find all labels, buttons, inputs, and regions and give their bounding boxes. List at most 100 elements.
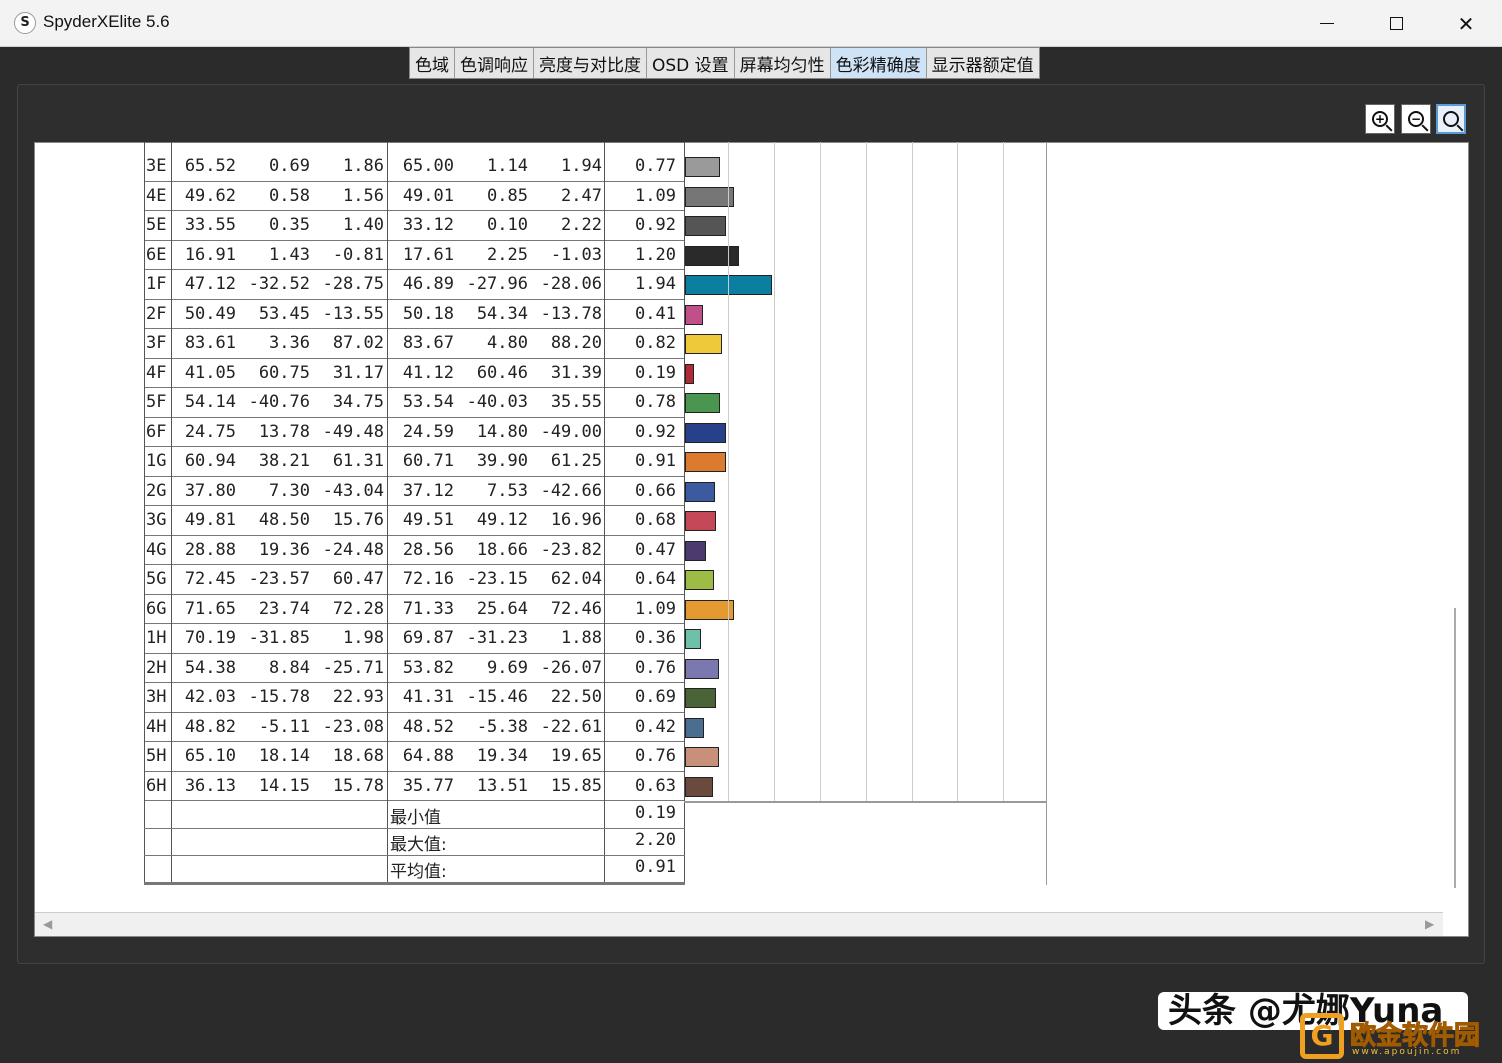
cell-meas-b: -22.61: [540, 716, 602, 737]
cell-ref-a: 38.21: [258, 451, 310, 471]
cell-ref-L: 28.88: [184, 539, 236, 560]
cell-ref-b: 34.75: [332, 392, 384, 412]
zoom-fit-icon: [1443, 111, 1459, 127]
scroll-left-icon[interactable]: ◀: [43, 917, 52, 931]
tab-1[interactable]: 色调响应: [455, 48, 534, 78]
cell-meas-b: -1.03: [550, 244, 602, 265]
cell-ref-L: 47.12: [184, 274, 236, 294]
cell-ref-a: 18.14: [258, 746, 310, 766]
cell-meas-a: -15.46: [466, 687, 528, 707]
tab-6[interactable]: 显示器额定值: [926, 48, 1039, 78]
cell-ref-L: 33.55: [184, 215, 236, 235]
cell-ref-L: 42.03: [184, 687, 236, 707]
cell-de-text: 0.63: [635, 775, 676, 796]
tab-4[interactable]: 屏幕均匀性: [734, 48, 831, 78]
chart-gridline: [728, 142, 729, 801]
cell-de-text: 0.41: [635, 303, 676, 324]
zoom-out-button[interactable]: −: [1401, 104, 1431, 134]
cell-id: 1F: [146, 274, 167, 294]
delta-e-bar: [685, 304, 704, 325]
cell-meas-a: 2.25: [487, 244, 528, 265]
cell-id: 5H: [146, 746, 167, 766]
cell-meas-b: -28.06: [540, 274, 602, 294]
cell-id: 4G: [146, 539, 167, 560]
cell-ref-L: 24.75: [184, 421, 236, 442]
cell-id: 3E: [146, 156, 167, 176]
cell-meas-L: 46.89: [402, 274, 454, 294]
cell-de-text: 0.42: [635, 716, 676, 737]
delta-e-bar: [685, 658, 720, 679]
cell-id: 2H: [146, 657, 167, 678]
close-button[interactable]: ✕: [1431, 0, 1501, 47]
cell-meas-b: 22.50: [550, 687, 602, 707]
scroll-right-icon[interactable]: ▶: [1425, 917, 1434, 931]
cell-meas-L: 65.00: [402, 156, 454, 176]
tab-5[interactable]: 色彩精确度: [830, 48, 927, 78]
cell-ref-a: -32.52: [248, 274, 310, 294]
cell-meas-L: 41.12: [402, 362, 454, 383]
cell-ref-a: -40.76: [248, 392, 310, 412]
chart-gridline: [912, 142, 913, 801]
zoom-fit-button[interactable]: [1436, 104, 1466, 134]
cell-meas-L: 60.71: [402, 451, 454, 471]
tab-0[interactable]: 色域: [410, 48, 455, 78]
cell-meas-L: 48.52: [402, 716, 454, 737]
cell-ref-b: -24.48: [322, 539, 384, 560]
cell-ref-a: 14.15: [258, 775, 310, 796]
cell-de-text: 0.66: [635, 480, 676, 501]
delta-e-bar: [685, 393, 721, 413]
cell-ref-L: 60.94: [184, 451, 236, 471]
chart-gridline: [774, 142, 775, 801]
cell-de-text: 0.19: [635, 362, 676, 383]
delta-e-bar: [685, 717, 704, 738]
cell-ref-b: -13.55: [322, 303, 384, 324]
cell-meas-a: 54.34: [476, 303, 528, 324]
summary-value: 0.19: [635, 803, 676, 823]
cell-ref-L: 41.05: [184, 362, 236, 383]
cell-ref-L: 65.10: [184, 746, 236, 766]
cell-ref-b: -49.48: [322, 421, 384, 442]
logo-url: www.apoujin.com: [1352, 1047, 1462, 1057]
cell-meas-b: 1.88: [561, 628, 602, 648]
horizontal-scrollbar[interactable]: ◀ ▶: [35, 912, 1443, 936]
tab-3[interactable]: OSD 设置: [647, 48, 735, 78]
zoom-in-button[interactable]: +: [1365, 104, 1395, 134]
cell-ref-a: 0.35: [269, 215, 310, 235]
cell-meas-L: 24.59: [402, 421, 454, 442]
chart-gridline: [1003, 142, 1004, 801]
cell-meas-L: 64.88: [402, 746, 454, 766]
cell-ref-L: 49.81: [184, 510, 236, 530]
report-tabs: 色域 色调响应 亮度与对比度 OSD 设置 屏幕均匀性 色彩精确度 显示器额定值: [409, 47, 1040, 79]
cell-meas-b: -13.78: [540, 303, 602, 324]
cell-meas-L: 35.77: [402, 775, 454, 796]
cell-ref-L: 37.80: [184, 480, 236, 501]
cell-ref-a: -31.85: [248, 628, 310, 648]
title-bar: S SpyderXElite 5.6 ✕: [0, 0, 1502, 47]
vertical-scroll-thumb[interactable]: [1454, 608, 1456, 888]
delta-e-bar: [685, 629, 702, 649]
cell-de-text: 1.09: [635, 598, 676, 619]
cell-meas-a: 49.12: [476, 510, 528, 530]
cell-de-text: 0.91: [635, 451, 676, 471]
cell-ref-b: -28.75: [322, 274, 384, 294]
cell-ref-b: 1.86: [343, 156, 384, 176]
cell-de-text: 0.69: [635, 687, 676, 707]
cell-meas-b: 15.85: [550, 775, 602, 796]
tab-2[interactable]: 亮度与对比度: [534, 48, 647, 78]
cell-ref-b: 22.93: [332, 687, 384, 707]
maximize-button[interactable]: [1361, 0, 1431, 47]
cell-meas-b: 1.94: [561, 156, 602, 176]
vertical-scrollbar[interactable]: [1443, 143, 1468, 912]
cell-ref-L: 50.49: [184, 303, 236, 324]
cell-meas-a: 4.80: [487, 333, 528, 353]
cell-ref-a: 0.58: [269, 185, 310, 206]
cell-id: 4E: [146, 185, 167, 206]
cell-meas-a: -23.15: [466, 569, 528, 589]
cell-de-text: 0.76: [635, 657, 676, 678]
minimize-button[interactable]: [1292, 0, 1362, 47]
summary-label: 最大值:: [390, 835, 447, 855]
cell-ref-b: 60.47: [332, 569, 384, 589]
cell-id: 3H: [146, 687, 167, 707]
cell-meas-b: 31.39: [550, 362, 602, 383]
chart-gridline: [820, 142, 821, 801]
